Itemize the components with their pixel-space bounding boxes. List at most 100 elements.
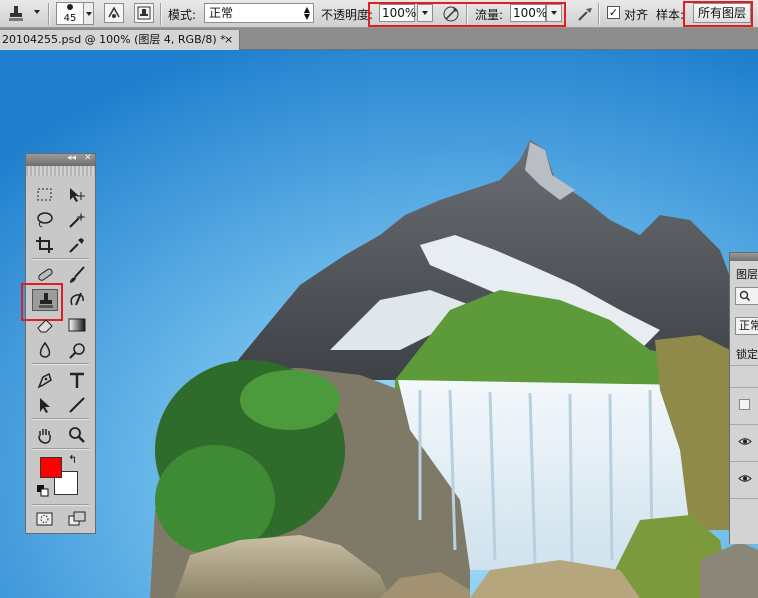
brush-panel-toggle-button[interactable] xyxy=(104,3,124,23)
screen-mode-button[interactable] xyxy=(64,508,90,530)
path-selection-arrow-icon xyxy=(40,398,50,413)
type-tool[interactable] xyxy=(64,369,90,391)
gradient-tool[interactable] xyxy=(64,314,90,336)
quick-mask-icon xyxy=(36,512,53,526)
separator xyxy=(160,3,161,25)
brush-icon xyxy=(70,266,85,283)
brush-tip-icon xyxy=(67,4,73,10)
move-icon xyxy=(70,188,85,202)
blur-drop-icon xyxy=(39,341,51,358)
separator xyxy=(32,363,89,364)
layer-row[interactable] xyxy=(730,461,758,498)
separator xyxy=(32,504,89,505)
updown-arrows-icon: ▲ ▼ xyxy=(303,5,310,21)
tool-preset-dropdown-icon[interactable] xyxy=(34,10,40,14)
type-icon xyxy=(70,372,84,388)
crop-tool[interactable] xyxy=(32,234,58,256)
layer-filter-field[interactable] xyxy=(735,287,758,305)
screen-mode-icon xyxy=(68,511,86,526)
rect-marquee-icon xyxy=(37,188,52,201)
lasso-tool[interactable] xyxy=(32,209,58,231)
mode-value: 正常 xyxy=(209,6,234,20)
layer-row[interactable] xyxy=(730,424,758,461)
tools-panel-header[interactable]: ◂◂ ✕ xyxy=(26,153,95,166)
marquee-tool[interactable] xyxy=(32,184,58,206)
search-icon xyxy=(739,290,750,301)
chevron-down-icon xyxy=(86,12,92,16)
layer-row[interactable] xyxy=(730,498,758,535)
tools-panel: ◂◂ ✕ ↰ xyxy=(21,153,96,534)
line-tool[interactable] xyxy=(64,394,90,416)
lasso-icon xyxy=(37,212,53,228)
separator xyxy=(32,448,89,449)
layers-panel-title[interactable]: 图层 xyxy=(736,266,758,282)
layer-blend-mode-select[interactable]: 正常 xyxy=(735,317,758,335)
document-title: 20104255.psd @ 100% (图层 4, RGB/8) * xyxy=(2,33,226,46)
swap-colors-icon[interactable]: ↰ xyxy=(68,453,77,466)
history-brush-tool[interactable] xyxy=(64,289,90,311)
eyedropper-tool[interactable] xyxy=(64,234,90,256)
close-icon[interactable]: ✕ xyxy=(84,153,92,163)
clone-source-icon xyxy=(137,6,151,20)
brush-panel-icon xyxy=(108,6,120,18)
document-canvas[interactable] xyxy=(0,50,758,598)
highlight-box-sample xyxy=(683,1,753,27)
document-tab[interactable]: 20104255.psd @ 100% (图层 4, RGB/8) * × xyxy=(0,30,240,50)
separator xyxy=(32,418,89,419)
brush-preset-picker[interactable]: 45 xyxy=(56,2,84,25)
magic-wand-icon xyxy=(69,212,86,228)
blur-tool[interactable] xyxy=(32,339,58,361)
align-checkbox[interactable]: ✓ xyxy=(607,6,620,19)
opacity-label: 不透明度: xyxy=(321,8,374,22)
dodge-tool[interactable] xyxy=(64,339,90,361)
zoom-icon xyxy=(69,427,85,443)
separator xyxy=(48,3,49,25)
fern-foliage xyxy=(240,370,340,430)
clone-stamp-icon[interactable] xyxy=(6,4,26,24)
hand-tool[interactable] xyxy=(32,424,58,446)
highlight-box-opacity-flow xyxy=(368,2,566,27)
fern-foliage xyxy=(155,445,275,555)
line-icon xyxy=(69,397,85,413)
document-tab-bar: 20104255.psd @ 100% (图层 4, RGB/8) * × xyxy=(0,28,758,50)
move-tool[interactable] xyxy=(64,184,90,206)
sample-label: 样本: xyxy=(656,8,685,22)
crop-icon xyxy=(36,237,53,253)
eye-icon[interactable] xyxy=(738,474,752,483)
mode-label: 模式: xyxy=(168,8,197,22)
magic-wand-tool[interactable] xyxy=(64,209,90,231)
default-colors-icon[interactable] xyxy=(37,485,49,500)
mode-select[interactable]: 正常 ▲ ▼ xyxy=(204,3,314,23)
pen-tool[interactable] xyxy=(32,369,58,391)
eraser-icon xyxy=(37,319,53,333)
close-tab-icon[interactable]: × xyxy=(224,30,233,49)
eye-icon[interactable] xyxy=(738,437,752,446)
options-bar: 45 模式: 正常 ▲ ▼ 不透明度: 100% 流量: 100% ✓ 对齐 样本… xyxy=(0,0,758,28)
history-brush-icon xyxy=(70,292,84,306)
layer-visibility-toggle[interactable] xyxy=(739,399,750,410)
clone-source-panel-button[interactable] xyxy=(134,3,154,23)
layers-panel-header[interactable] xyxy=(730,253,758,261)
bandage-icon xyxy=(38,268,53,281)
airbrush-icon[interactable] xyxy=(576,5,594,26)
separator xyxy=(598,3,599,25)
brush-size-value: 45 xyxy=(63,13,77,24)
tools-panel-grip[interactable] xyxy=(26,166,95,176)
brush-tool[interactable] xyxy=(64,264,90,286)
pen-icon xyxy=(37,372,52,389)
lock-label: 锁定 xyxy=(736,348,758,361)
layer-row[interactable] xyxy=(730,387,758,424)
path-selection-tool[interactable] xyxy=(32,394,58,416)
gradient-icon xyxy=(68,318,86,332)
align-label: 对齐 xyxy=(624,8,649,22)
zoom-tool[interactable] xyxy=(64,424,90,446)
foreground-color-swatch[interactable] xyxy=(40,457,62,478)
eraser-tool[interactable] xyxy=(32,314,58,336)
dodge-icon xyxy=(69,343,85,359)
hand-icon xyxy=(38,429,51,444)
separator xyxy=(32,258,89,259)
brush-preset-dropdown[interactable] xyxy=(84,2,94,25)
quick-mask-button[interactable] xyxy=(32,508,58,530)
eyedropper-icon xyxy=(69,238,84,253)
collapse-icon[interactable]: ◂◂ xyxy=(67,153,76,163)
